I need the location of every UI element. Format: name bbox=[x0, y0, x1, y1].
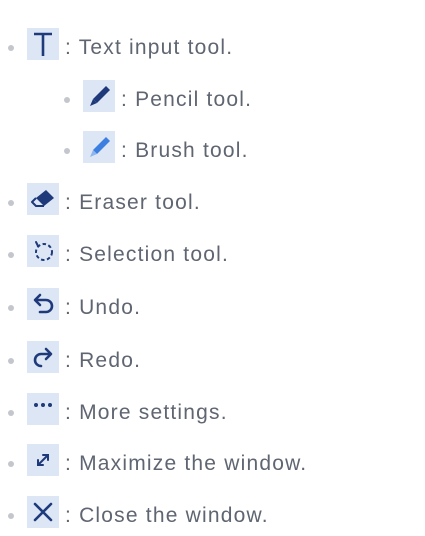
list-item-brush: : Brush tool. bbox=[64, 131, 249, 171]
bullet bbox=[8, 513, 14, 519]
redo-icon bbox=[27, 341, 59, 373]
item-label: : Maximize the window. bbox=[65, 452, 308, 475]
bullet bbox=[8, 358, 14, 364]
item-label: : Pencil tool. bbox=[121, 88, 253, 111]
bullet bbox=[64, 97, 70, 103]
bullet bbox=[8, 461, 14, 467]
text-input-icon bbox=[27, 28, 59, 60]
close-icon bbox=[27, 496, 59, 528]
list-item-close: : Close the window. bbox=[8, 496, 269, 536]
bullet bbox=[8, 45, 14, 51]
item-label: : Text input tool. bbox=[65, 36, 234, 59]
more-dots-icon bbox=[27, 393, 59, 425]
list-item-maximize: : Maximize the window. bbox=[8, 444, 307, 484]
list-item-selection: : Selection tool. bbox=[8, 235, 229, 275]
bullet bbox=[64, 148, 70, 154]
list-item-eraser: : Eraser tool. bbox=[8, 183, 201, 223]
lasso-selection-icon bbox=[27, 235, 59, 267]
item-label: : Eraser tool. bbox=[65, 191, 201, 214]
bullet bbox=[8, 200, 14, 206]
item-label: : Brush tool. bbox=[121, 139, 249, 162]
list-item-pencil: : Pencil tool. bbox=[64, 80, 252, 120]
tool-help-page: { "items": [ {"icon": "text-input-icon",… bbox=[0, 0, 425, 536]
item-label: : Close the window. bbox=[65, 504, 269, 527]
list-item-text-input: : Text input tool. bbox=[8, 28, 233, 68]
list-item-redo: : Redo. bbox=[8, 341, 141, 381]
brush-icon bbox=[83, 131, 115, 163]
bullet bbox=[8, 252, 14, 258]
eraser-icon bbox=[27, 183, 59, 215]
bullet bbox=[8, 305, 14, 311]
list-item-more-settings: : More settings. bbox=[8, 393, 228, 433]
item-label: : Undo. bbox=[65, 296, 142, 319]
bullet bbox=[8, 410, 14, 416]
undo-icon bbox=[27, 288, 59, 320]
list-item-undo: : Undo. bbox=[8, 288, 141, 328]
item-label: : Redo. bbox=[65, 349, 142, 372]
maximize-icon bbox=[27, 444, 59, 476]
item-label: : Selection tool. bbox=[65, 243, 229, 266]
item-label: : More settings. bbox=[65, 401, 228, 424]
pencil-icon bbox=[83, 80, 115, 112]
